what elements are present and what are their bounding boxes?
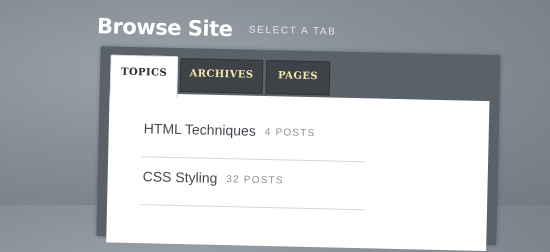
topic-post-count: 4 POSTS [264,126,316,140]
topic-name: CSS Styling [142,168,218,186]
tab-panel-topics: HTML Techniques 4 POSTS CSS Styling 32 POS… [106,92,490,252]
tab-topics[interactable]: TOPICS [109,54,179,99]
topic-item-name: CSS Styling 32 POSTS [143,168,284,187]
topic-name: HTML Techniques [143,120,257,139]
topic-item-name: HTML Techniques 4 POSTS [144,120,316,140]
topic-list: HTML Techniques 4 POSTS CSS Styling 32 POS… [140,109,367,211]
page-subtitle: SELECT A TAB [248,24,337,38]
list-item[interactable]: HTML Techniques 4 POSTS [141,109,367,163]
list-item[interactable]: CSS Styling 32 POSTS [140,157,366,211]
scene: Browse Site SELECT A TAB TOPICS ARCHIVES… [0,0,550,252]
header: Browse Site SELECT A TAB [97,14,337,43]
tab-pages[interactable]: PAGES [265,60,331,96]
page-title: Browse Site [96,14,233,42]
tab-archives[interactable]: ARCHIVES [179,58,264,94]
tabbed-widget: TOPICS ARCHIVES PAGES HTML Techniques 4 P… [96,46,501,252]
tab-bar: TOPICS ARCHIVES PAGES [109,54,331,99]
topic-post-count: 32 POSTS [226,174,284,187]
